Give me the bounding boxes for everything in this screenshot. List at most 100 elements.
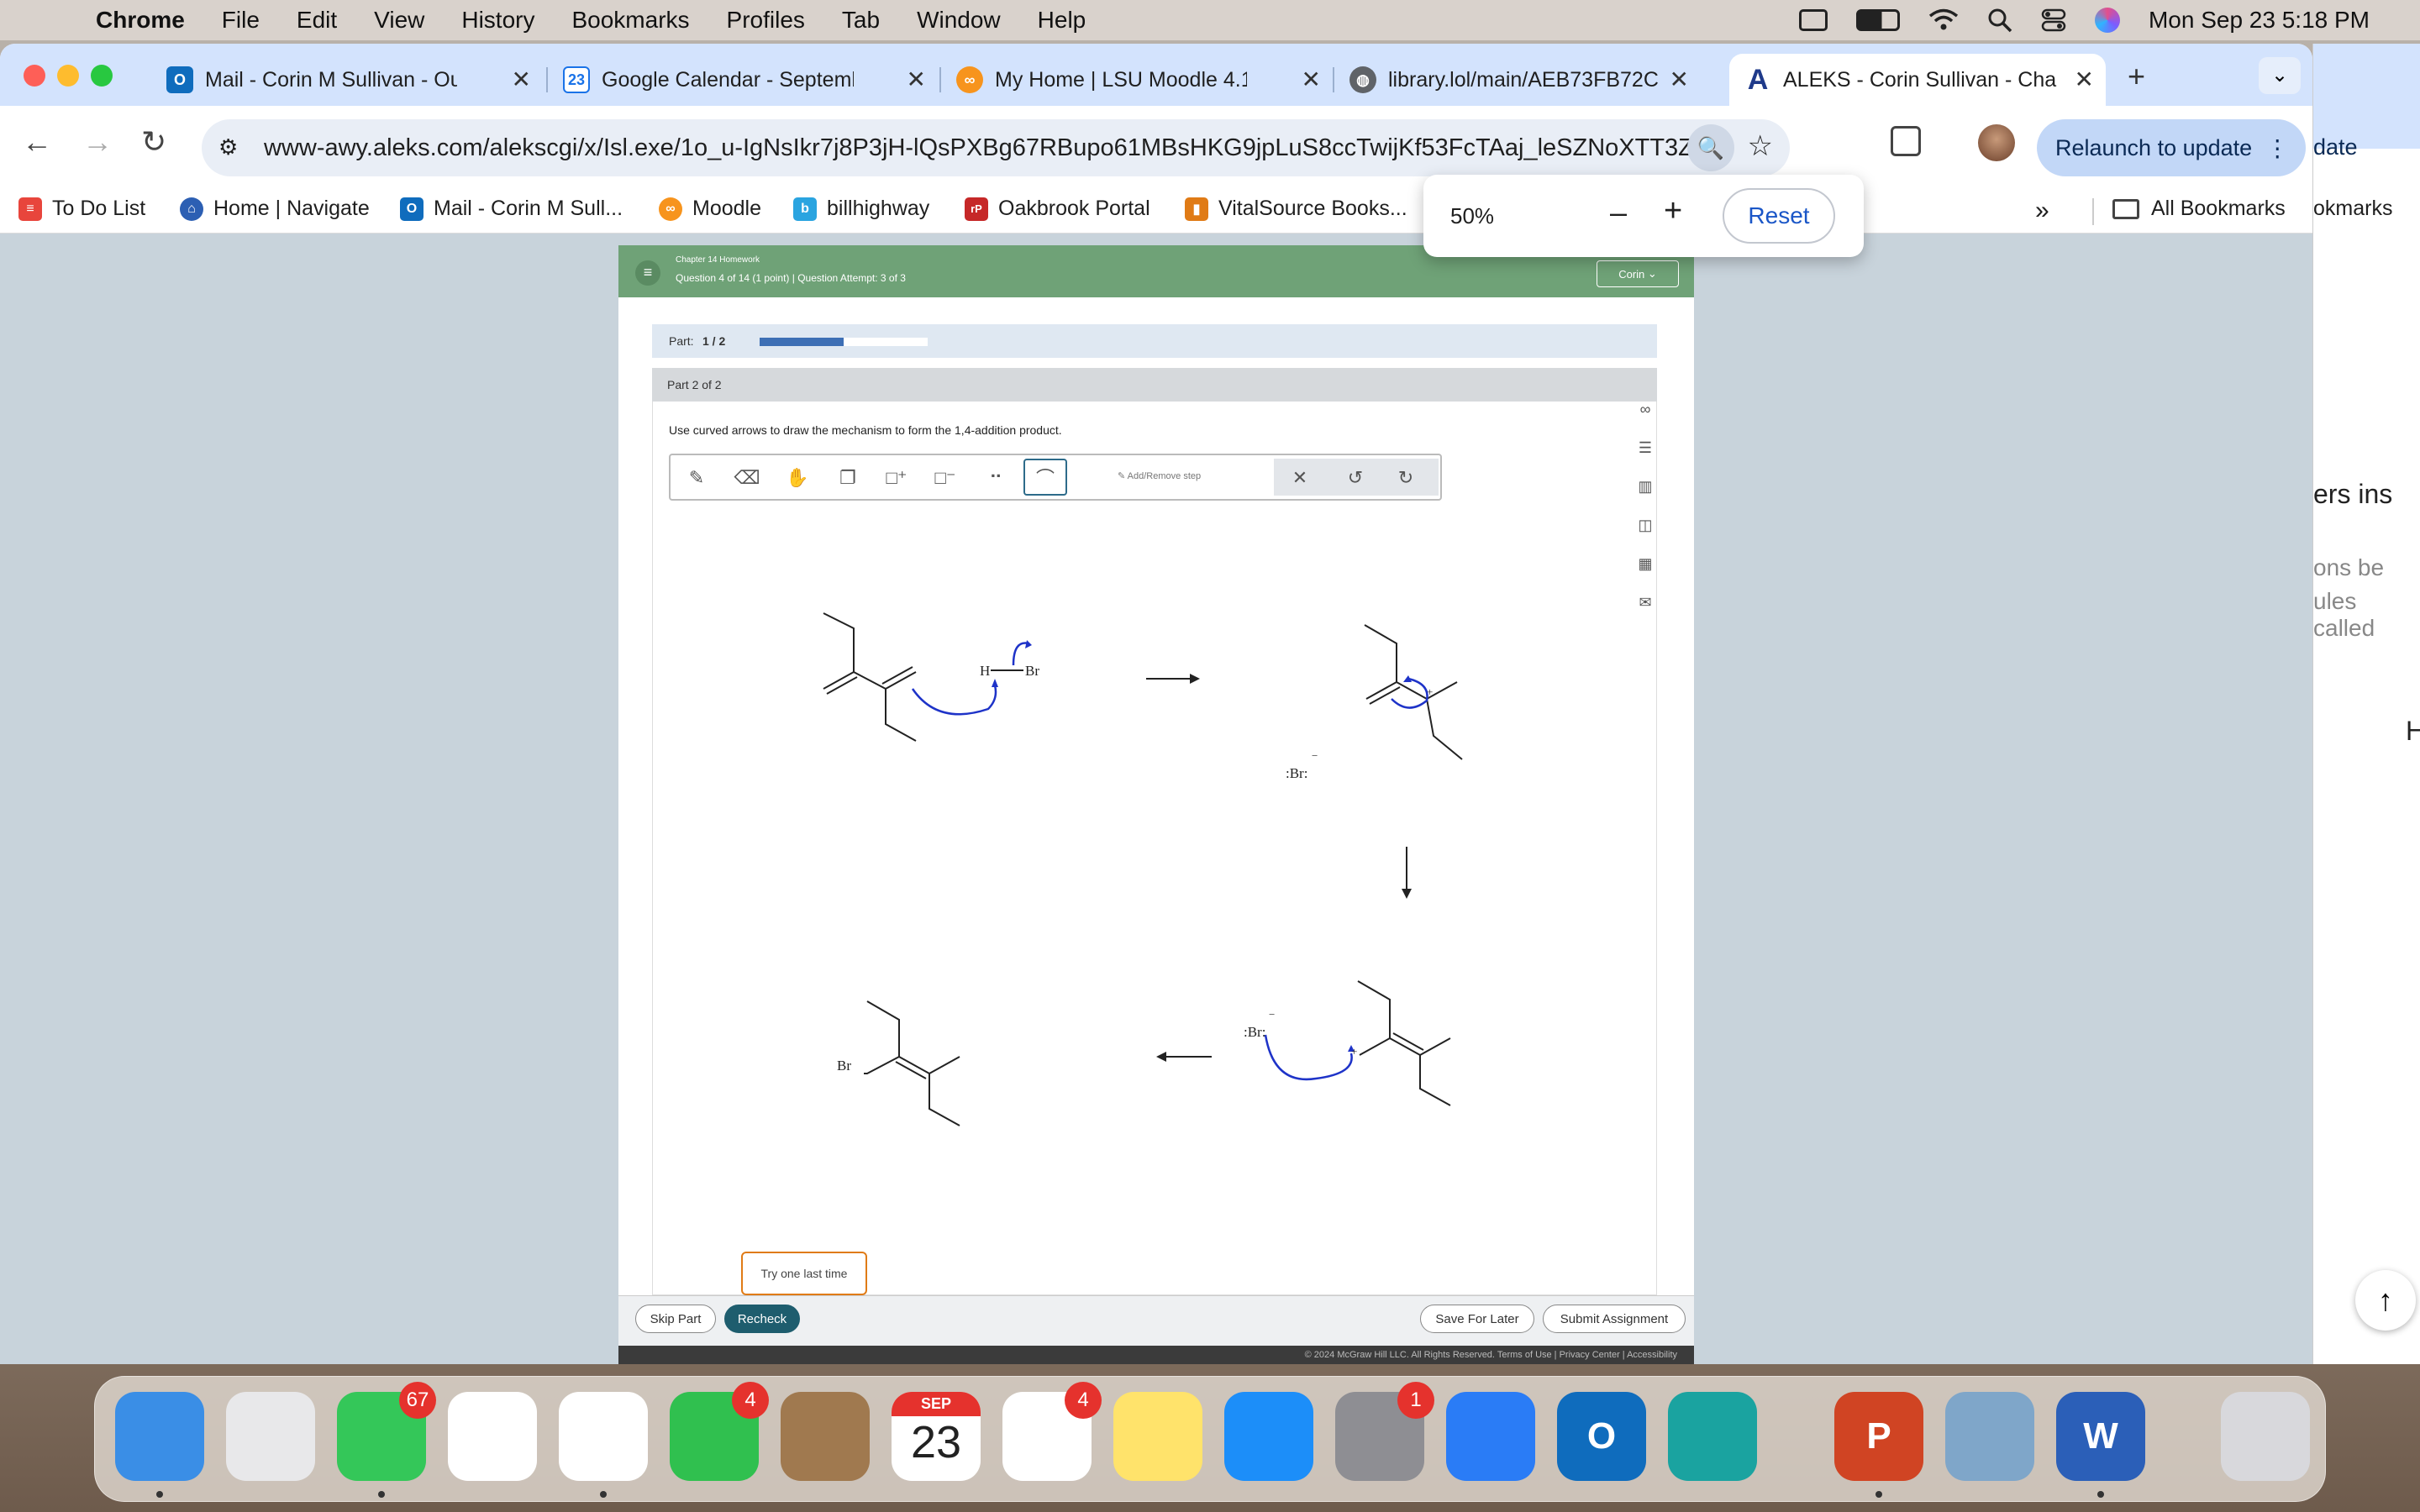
messages-icon[interactable]: 67	[337, 1382, 436, 1481]
notification-badge: 1	[1397, 1382, 1434, 1419]
tab-library[interactable]: ◍ library.lol/main/AEB73FB72C ✕	[1334, 54, 1701, 106]
notification-badge: 4	[732, 1382, 769, 1419]
minimize-window-button[interactable]	[57, 65, 79, 87]
powerpoint-icon[interactable]: P	[1834, 1392, 1923, 1481]
bg-text: H	[2406, 716, 2420, 747]
zoom-out-button[interactable]: –	[1610, 195, 1627, 230]
menu-history[interactable]: History	[461, 7, 534, 34]
bookmark-vitalsource[interactable]: ▮ VitalSource Books...	[1185, 197, 1407, 221]
bookmark-to-do-list[interactable]: ≡ To Do List	[18, 197, 145, 221]
notes-icon[interactable]	[1113, 1392, 1202, 1481]
close-tab-icon[interactable]: ✕	[907, 66, 926, 93]
kebab-menu-icon[interactable]: ⋮	[2265, 134, 2289, 162]
close-tab-icon[interactable]: ✕	[2075, 66, 2094, 93]
menu-profiles[interactable]: Profiles	[727, 7, 805, 34]
menu-tab[interactable]: Tab	[842, 7, 880, 34]
tab-outlook[interactable]: O Mail - Corin M Sullivan - Outl ✕	[151, 54, 543, 106]
edge-icon[interactable]	[1668, 1392, 1757, 1481]
contacts-icon[interactable]	[781, 1392, 870, 1481]
battery-icon[interactable]	[1855, 9, 1900, 31]
bond	[1365, 681, 1397, 700]
zoom-window-button[interactable]	[91, 65, 113, 87]
back-arrow-icon[interactable]: ←	[22, 124, 52, 160]
aleks-assignment-panel: ≡ Chapter 14 Homework Question 4 of 14 (…	[618, 245, 1694, 1364]
bond	[885, 689, 917, 742]
zoom-magnifier-icon[interactable]: 🔍	[1687, 124, 1734, 171]
screen-mirroring-icon[interactable]	[1798, 9, 1828, 31]
bookmark-label: billhighway	[827, 197, 930, 220]
reload-icon[interactable]: ↻	[141, 124, 166, 160]
address-bar[interactable]: ⚙ www-awy.aleks.com/alekscgi/x/Isl.exe/1…	[202, 119, 1790, 176]
launchpad-icon[interactable]	[226, 1392, 315, 1481]
save-for-later-button[interactable]: Save For Later	[1420, 1305, 1534, 1333]
bookmark-home-navigate[interactable]: ⌂ Home | Navigate	[180, 197, 370, 221]
running-indicator-dot	[2097, 1491, 2104, 1498]
menu-file[interactable]: File	[222, 7, 260, 34]
site-info-icon[interactable]: ⚙	[218, 134, 238, 160]
reminders-icon[interactable]: 4	[1002, 1382, 1102, 1481]
bond	[1426, 698, 1463, 760]
calendar-icon[interactable]: SEP 23	[892, 1392, 981, 1481]
zoom-in-button[interactable]: +	[1664, 193, 1682, 229]
preview-icon[interactable]	[1945, 1392, 2034, 1481]
zoom-reset-button[interactable]: Reset	[1723, 188, 1835, 244]
submit-assignment-button[interactable]: Submit Assignment	[1543, 1305, 1686, 1333]
relaunch-to-update-button[interactable]: Relaunch to update ⋮	[2037, 119, 2306, 176]
bookmark-mail[interactable]: O Mail - Corin M Sull...	[400, 197, 623, 221]
facetime-icon[interactable]: 4	[670, 1382, 769, 1481]
chrome-icon[interactable]	[448, 1392, 537, 1481]
try-again-tooltip: Try one last time	[741, 1252, 867, 1295]
tab-google-calendar[interactable]: 23 Google Calendar - Septembe ✕	[548, 54, 938, 106]
close-tab-icon[interactable]: ✕	[1670, 66, 1689, 93]
menu-view[interactable]: View	[374, 7, 424, 34]
menu-bar: Chrome File Edit View History Bookmarks …	[0, 0, 2420, 40]
more-bookmarks-chevron[interactable]: »	[2035, 197, 2049, 225]
outlook-icon: O	[166, 66, 193, 93]
close-window-button[interactable]	[24, 65, 45, 87]
trash-icon[interactable]	[2221, 1392, 2310, 1481]
recheck-button[interactable]: Recheck	[724, 1305, 800, 1333]
close-tab-icon[interactable]: ✕	[1302, 66, 1321, 93]
menu-clock[interactable]: Mon Sep 23 5:18 PM	[2149, 7, 2370, 34]
scroll-top-arrow-icon[interactable]: ↑	[2355, 1270, 2416, 1331]
menu-bookmarks[interactable]: Bookmarks	[571, 7, 689, 34]
profile-avatar[interactable]	[1978, 124, 2015, 161]
bookmark-oakbrook-portal[interactable]: rP Oakbrook Portal	[965, 197, 1150, 221]
menu-help[interactable]: Help	[1038, 7, 1086, 34]
bond	[866, 1000, 900, 1057]
atom-br: Br	[1025, 663, 1039, 679]
tab-search-chevron-icon[interactable]: ⌄	[2259, 57, 2301, 94]
bookmark-moodle[interactable]: ∞ Moodle	[659, 197, 761, 221]
menu-window[interactable]: Window	[917, 7, 1001, 34]
system-settings-icon[interactable]: 1	[1335, 1382, 1434, 1481]
running-indicator-dot	[378, 1491, 385, 1498]
word-icon[interactable]: W	[2056, 1392, 2145, 1481]
mechanism-canvas[interactable]: H Br :Br: − + :Br: − + Br	[618, 245, 1694, 1304]
spotlight-search-icon[interactable]	[1987, 8, 2012, 33]
outlook-icon: O	[400, 197, 424, 221]
bookmark-billhighway[interactable]: b billhighway	[793, 197, 929, 221]
control-center-icon[interactable]	[2041, 8, 2066, 33]
bookmark-label: VitalSource Books...	[1218, 197, 1407, 220]
finder-icon[interactable]	[115, 1392, 204, 1481]
bookmark-star-icon[interactable]: ☆	[1748, 129, 1773, 163]
forward-arrow-icon[interactable]: →	[82, 124, 113, 160]
app-store-icon[interactable]	[1224, 1392, 1313, 1481]
keynote-icon[interactable]	[1446, 1392, 1535, 1481]
all-bookmarks-folder[interactable]: All Bookmarks	[2112, 197, 2286, 221]
wifi-icon[interactable]	[1928, 8, 1959, 32]
menu-edit[interactable]: Edit	[297, 7, 337, 34]
arrowhead-blue	[1025, 640, 1032, 648]
tab-moodle[interactable]: ∞ My Home | LSU Moodle 4.1 ✕	[941, 54, 1333, 106]
photos-icon[interactable]	[559, 1392, 648, 1481]
zoom-popup: 50% – + Reset	[1423, 175, 1864, 257]
bond	[1359, 1037, 1391, 1056]
new-tab-plus-icon[interactable]: +	[2128, 59, 2145, 94]
outlook-icon[interactable]: O	[1557, 1392, 1646, 1481]
tab-aleks[interactable]: A ALEKS - Corin Sullivan - Cha ✕	[1729, 54, 2106, 106]
close-tab-icon[interactable]: ✕	[512, 66, 531, 93]
menu-app-name[interactable]: Chrome	[96, 7, 185, 34]
siri-icon[interactable]	[2094, 8, 2120, 33]
extensions-puzzle-icon[interactable]	[1891, 126, 1921, 156]
skip-part-button[interactable]: Skip Part	[635, 1305, 716, 1333]
